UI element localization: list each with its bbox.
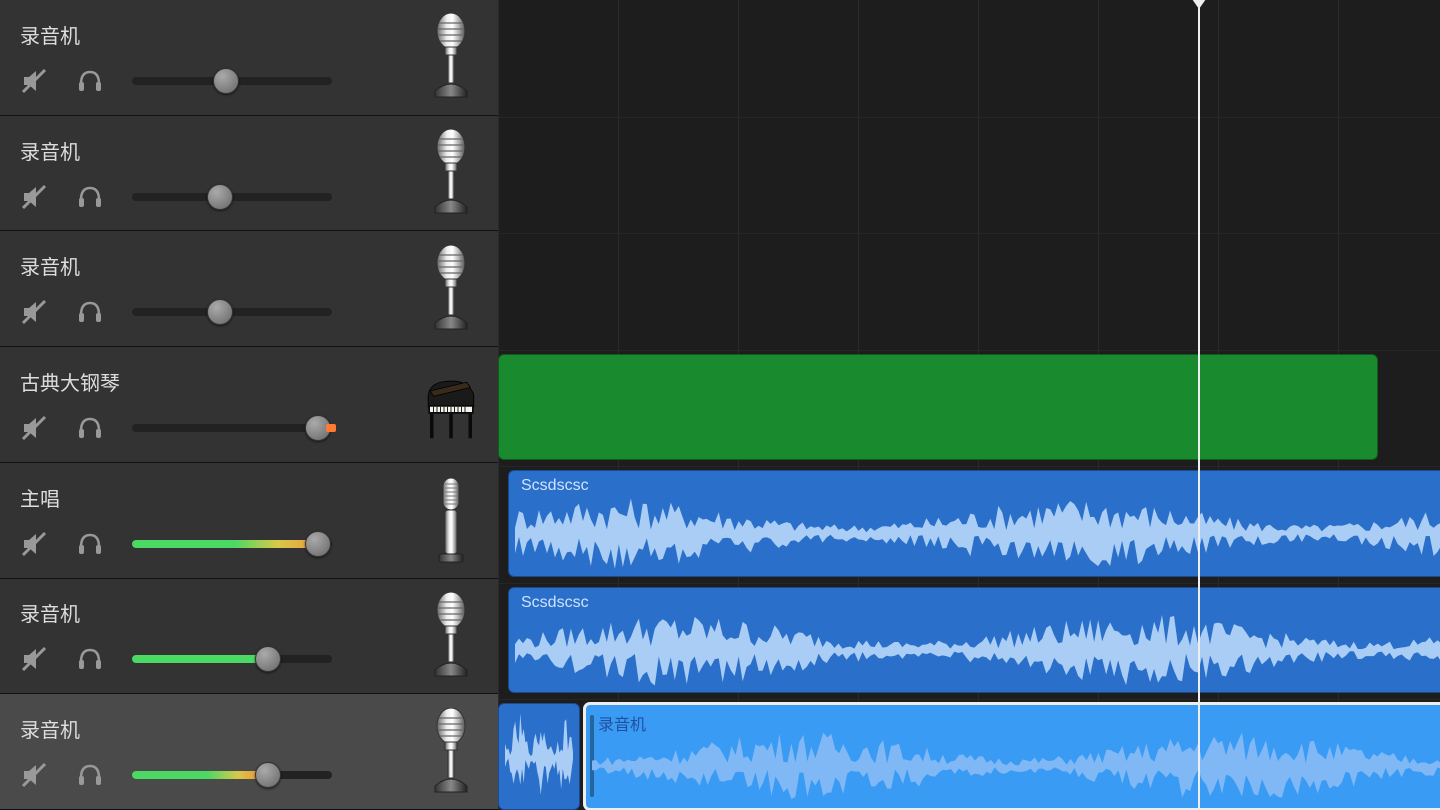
track-header[interactable]: 录音机 bbox=[0, 579, 498, 695]
headphones-icon[interactable] bbox=[76, 761, 104, 789]
mute-icon[interactable] bbox=[20, 761, 48, 789]
track-info: 古典大钢琴 bbox=[20, 367, 416, 442]
track-controls bbox=[20, 645, 416, 673]
volume-thumb[interactable] bbox=[213, 68, 239, 94]
timeline[interactable]: Scsdscsc Scsdscsc 录音机 bbox=[498, 0, 1440, 810]
volume-slider[interactable] bbox=[132, 763, 332, 787]
track-header[interactable]: 主唱 bbox=[0, 463, 498, 579]
audio-region[interactable]: 录音机 bbox=[584, 703, 1440, 810]
track-controls bbox=[20, 183, 416, 211]
headphones-icon[interactable] bbox=[76, 183, 104, 211]
volume-thumb[interactable] bbox=[255, 646, 281, 672]
condenser-mic-icon bbox=[416, 475, 486, 565]
microphone-icon bbox=[416, 707, 486, 797]
track-name: 录音机 bbox=[20, 714, 416, 743]
track-header[interactable]: 录音机 bbox=[0, 231, 498, 347]
volume-slider[interactable] bbox=[132, 185, 332, 209]
track-info: 录音机 bbox=[20, 20, 416, 95]
region-label: Scsdscsc bbox=[509, 588, 1440, 618]
track-controls bbox=[20, 67, 416, 95]
track-header[interactable]: 录音机 bbox=[0, 116, 498, 232]
mute-icon[interactable] bbox=[20, 645, 48, 673]
volume-slider[interactable] bbox=[132, 300, 332, 324]
waveform bbox=[505, 712, 573, 803]
volume-slider[interactable] bbox=[132, 532, 332, 556]
track-name: 录音机 bbox=[20, 251, 416, 280]
track-name: 主唱 bbox=[20, 483, 416, 512]
track-name: 录音机 bbox=[20, 598, 416, 627]
track-info: 主唱 bbox=[20, 483, 416, 558]
clip-indicator bbox=[326, 424, 336, 432]
volume-thumb[interactable] bbox=[255, 762, 281, 788]
track-panel: 录音机录音机录音机古典大钢琴主唱录音机录音机 bbox=[0, 0, 498, 810]
waveform bbox=[515, 614, 1440, 687]
volume-slider[interactable] bbox=[132, 69, 332, 93]
track-name: 录音机 bbox=[20, 20, 416, 49]
volume-slider[interactable] bbox=[132, 416, 332, 440]
track-controls bbox=[20, 414, 416, 442]
playhead[interactable] bbox=[1198, 0, 1200, 810]
microphone-icon bbox=[416, 12, 486, 102]
audio-region[interactable]: Scsdscsc bbox=[508, 470, 1440, 577]
audio-region[interactable] bbox=[498, 703, 580, 810]
audio-region[interactable]: Scsdscsc bbox=[508, 587, 1440, 694]
track-controls bbox=[20, 298, 416, 326]
track-info: 录音机 bbox=[20, 251, 416, 326]
daw-root: 录音机录音机录音机古典大钢琴主唱录音机录音机 ScsdscscScsdscsc录… bbox=[0, 0, 1440, 810]
track-header[interactable]: 古典大钢琴 bbox=[0, 347, 498, 463]
midi-region[interactable] bbox=[498, 354, 1378, 461]
track-header[interactable]: 录音机 bbox=[0, 0, 498, 116]
mute-icon[interactable] bbox=[20, 298, 48, 326]
region-label: Scsdscsc bbox=[509, 471, 1440, 501]
volume-thumb[interactable] bbox=[207, 184, 233, 210]
volume-thumb[interactable] bbox=[207, 299, 233, 325]
waveform bbox=[515, 497, 1440, 570]
mute-icon[interactable] bbox=[20, 530, 48, 558]
piano-icon bbox=[416, 360, 486, 450]
headphones-icon[interactable] bbox=[76, 530, 104, 558]
headphones-icon[interactable] bbox=[76, 67, 104, 95]
track-info: 录音机 bbox=[20, 136, 416, 211]
mute-icon[interactable] bbox=[20, 183, 48, 211]
track-name: 录音机 bbox=[20, 136, 416, 165]
microphone-icon bbox=[416, 244, 486, 334]
mute-icon[interactable] bbox=[20, 67, 48, 95]
track-controls bbox=[20, 761, 416, 789]
headphones-icon[interactable] bbox=[76, 414, 104, 442]
track-controls bbox=[20, 530, 416, 558]
microphone-icon bbox=[416, 128, 486, 218]
headphones-icon[interactable] bbox=[76, 645, 104, 673]
track-name: 古典大钢琴 bbox=[20, 367, 416, 396]
microphone-icon bbox=[416, 591, 486, 681]
track-info: 录音机 bbox=[20, 714, 416, 789]
track-info: 录音机 bbox=[20, 598, 416, 673]
waveform bbox=[592, 731, 1440, 802]
track-header[interactable]: 录音机 bbox=[0, 694, 498, 810]
mute-icon[interactable] bbox=[20, 414, 48, 442]
headphones-icon[interactable] bbox=[76, 298, 104, 326]
volume-slider[interactable] bbox=[132, 647, 332, 671]
volume-thumb[interactable] bbox=[305, 531, 331, 557]
region-label: 录音机 bbox=[586, 705, 1440, 741]
